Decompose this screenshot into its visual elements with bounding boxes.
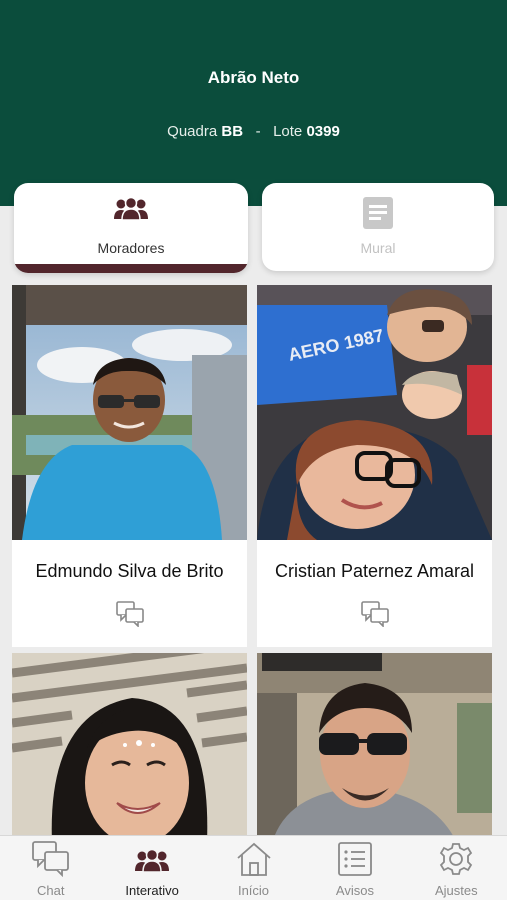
tab-mural-label: Mural: [360, 240, 396, 256]
active-tab-indicator: [14, 264, 248, 273]
resident-card[interactable]: AERO 1987 Cristian Paternez Amaral: [257, 285, 492, 647]
nav-inicio[interactable]: Início: [203, 836, 304, 900]
nav-interativo[interactable]: Interativo: [101, 836, 202, 900]
nav-ajustes[interactable]: Ajustes: [406, 836, 507, 900]
nav-avisos[interactable]: Avisos: [304, 836, 405, 900]
quadra-label: Quadra: [167, 123, 218, 140]
resident-name: Cristian Paternez Amaral: [274, 561, 475, 581]
nav-chat-label: Chat: [36, 883, 65, 898]
resident-card[interactable]: Edmundo Silva de Brito: [12, 285, 247, 647]
tab-mural[interactable]: Mural: [262, 183, 494, 271]
resident-photo: [12, 285, 247, 540]
tab-moradores-label: Moradores: [97, 240, 165, 256]
nav-avisos-label: Avisos: [335, 883, 374, 898]
resident-photo: AERO 1987: [257, 285, 492, 540]
document-icon: [262, 197, 494, 234]
lote-value: 0399: [306, 123, 340, 140]
quadra-value: BB: [221, 123, 244, 140]
address-separator: -: [255, 123, 261, 140]
chat-icon[interactable]: [257, 601, 492, 632]
resident-card[interactable]: [257, 653, 492, 843]
nav-chat[interactable]: Chat: [0, 836, 101, 900]
resident-card[interactable]: [12, 653, 247, 843]
address-line: Quadra BB - Lote 0399: [0, 123, 507, 140]
user-name: Abrão Neto: [207, 68, 300, 87]
nav-inicio-label: Início: [237, 883, 270, 898]
tab-moradores[interactable]: Moradores: [14, 183, 248, 273]
resident-photo: [12, 653, 247, 843]
nav-interativo-label: Interativo: [125, 883, 179, 898]
lote-label: Lote: [273, 123, 303, 140]
resident-name: Edmundo Silva de Brito: [35, 561, 224, 581]
chat-icon[interactable]: [12, 601, 247, 632]
resident-photo: [257, 653, 492, 843]
group-icon: [14, 196, 248, 226]
profile-header: Abrão Neto Quadra BB - Lote 0399: [0, 0, 507, 206]
bottom-nav: Chat Interativo Início Avisos Ajustes: [0, 835, 507, 900]
nav-ajustes-label: Ajustes: [435, 883, 478, 898]
